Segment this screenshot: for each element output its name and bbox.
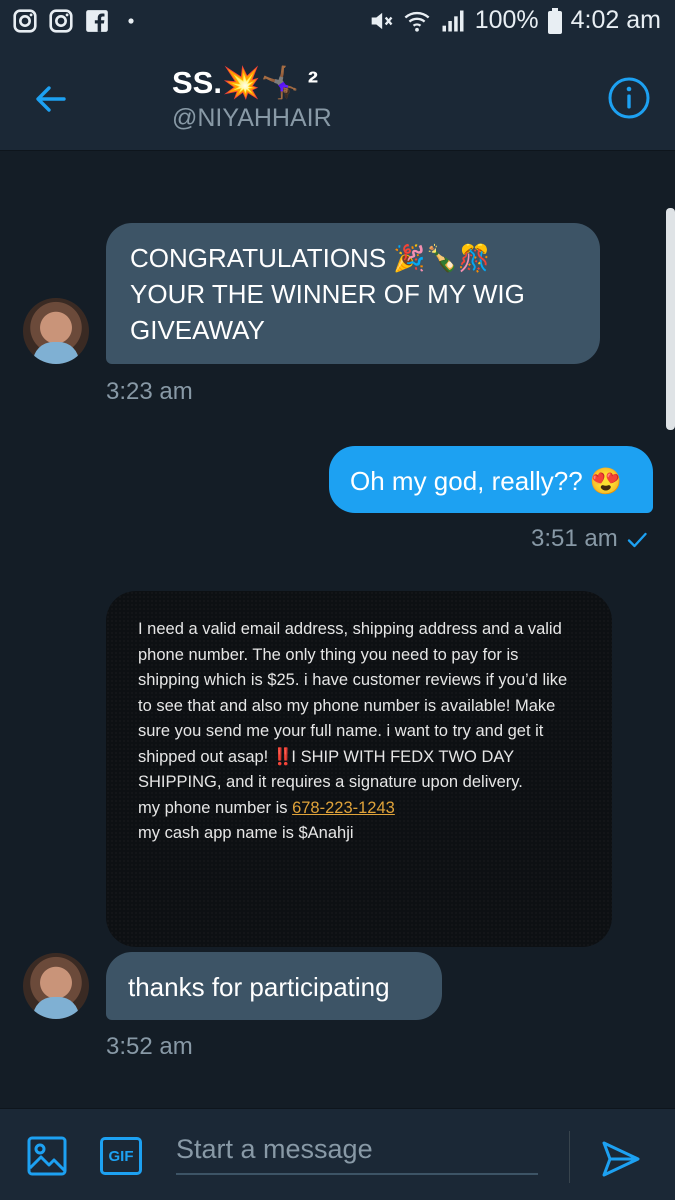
conversation-header: SS.💥🤸🏾‍♀️ ² @NIYAHHAIR: [0, 46, 675, 151]
clock: 4:02 am: [570, 6, 661, 34]
message-text: CONGRATULATIONS 🎉🍾🎊 YOUR THE WINNER OF M…: [130, 243, 525, 345]
phone-number-link: 678-223-1243: [292, 798, 395, 817]
mute-icon: [371, 12, 393, 29]
message-timestamp: 3:23 am: [106, 378, 193, 405]
signal-icon: [442, 10, 464, 31]
instagram-icon: [49, 9, 73, 33]
message-composer: GIF: [0, 1108, 675, 1200]
image-icon[interactable]: [26, 1135, 68, 1177]
message-text: Oh my god, really?? 😍: [350, 466, 623, 496]
message-input[interactable]: [176, 1125, 538, 1175]
image-text-part: I need a valid email address, shipping a…: [138, 620, 568, 766]
wifi-icon: [404, 11, 430, 32]
image-text: I need a valid email address, shipping a…: [138, 617, 578, 847]
image-attachment[interactable]: I need a valid email address, shipping a…: [106, 591, 612, 947]
message-timestamp: 3:52 am: [106, 1033, 193, 1060]
battery-icon: [547, 7, 562, 34]
message-bubble[interactable]: thanks for participating: [106, 952, 442, 1020]
double-exclamation-icon: ‼️: [272, 747, 293, 766]
instagram-icon: [13, 9, 37, 33]
contact-handle[interactable]: @NIYAHHAIR: [172, 104, 332, 133]
gif-label: GIF: [108, 1147, 134, 1165]
message-time: 3:51 am: [531, 525, 618, 552]
back-arrow-icon[interactable]: [30, 78, 72, 120]
message-text: thanks for participating: [128, 972, 390, 1002]
scrollbar[interactable]: [666, 208, 675, 430]
info-icon[interactable]: [607, 76, 651, 120]
battery-percent: 100%: [474, 6, 539, 34]
message-bubble[interactable]: Oh my god, really?? 😍: [329, 446, 653, 513]
gif-button[interactable]: GIF: [100, 1137, 142, 1175]
divider: [569, 1131, 570, 1183]
send-icon[interactable]: [600, 1139, 642, 1179]
system-status: 100% 4:02 am: [367, 6, 661, 35]
check-icon: [627, 532, 647, 547]
notification-dot-icon: [128, 18, 134, 24]
contact-display-name[interactable]: SS.💥🤸🏾‍♀️ ²: [172, 64, 318, 101]
facebook-icon: [86, 10, 108, 32]
status-bar: 100% 4:02 am: [0, 0, 675, 46]
message-timestamp: 3:51 am: [531, 525, 648, 553]
dm-screen: 100% 4:02 am SS.💥🤸🏾‍♀️ ² @NIYAHHAIR CONG…: [0, 0, 675, 1200]
avatar[interactable]: [23, 953, 89, 1019]
notification-icons: [12, 8, 136, 34]
avatar[interactable]: [23, 298, 89, 364]
image-text-part: my cash app name is $Anahji: [138, 824, 354, 842]
message-bubble[interactable]: CONGRATULATIONS 🎉🍾🎊 YOUR THE WINNER OF M…: [106, 223, 600, 364]
